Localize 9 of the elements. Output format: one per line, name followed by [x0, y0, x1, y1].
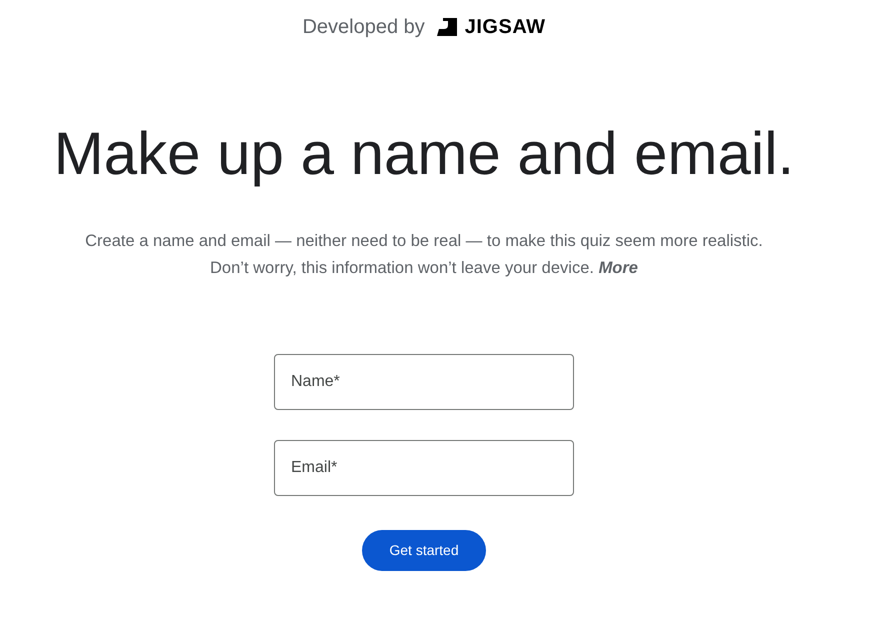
- intro-text: Create a name and email — neither need to be real — to make this quiz seem more realistic. Don’t worry, this information won’t leave your device. More: [85, 231, 763, 279]
- page-title: Make up a name and email.: [54, 119, 794, 189]
- brand-name: JIGSAW: [464, 15, 546, 40]
- get-started-button[interactable]: Get started: [362, 530, 486, 571]
- developed-by-text: Developed by: [302, 15, 425, 40]
- logo-icon: [436, 18, 457, 36]
- text-field[interactable]: Email*: [274, 440, 574, 496]
- more-link[interactable]: More: [598, 259, 638, 277]
- text-field[interactable]: Name*: [274, 354, 574, 410]
